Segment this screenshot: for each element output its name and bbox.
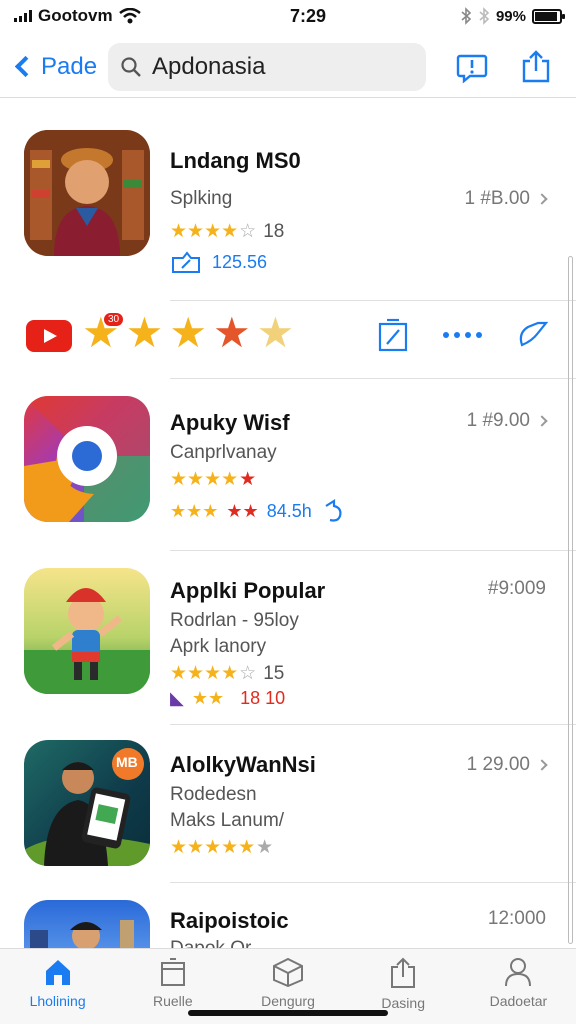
rating-count: 15 bbox=[263, 662, 285, 684]
tab-home[interactable]: Lholining bbox=[0, 949, 115, 1024]
app-price[interactable]: 1 29.00 bbox=[466, 754, 548, 776]
app-name: AlolkyWanNsi bbox=[170, 752, 316, 777]
app-subtitle: Splking bbox=[170, 188, 233, 209]
promo-badge: 30 bbox=[104, 313, 124, 326]
list-item[interactable]: MB AlolkyWanNsi Rodedesn Maks Lanum/ 1 2… bbox=[0, 740, 576, 900]
star-rating: ★★★★ ☆ 18 bbox=[170, 220, 285, 243]
list-item[interactable]: Applki Popular Rodrlan - 95loy Aprk lano… bbox=[0, 566, 576, 726]
app-extra: 125.56 bbox=[170, 250, 267, 274]
shopkeeper-icon bbox=[24, 130, 150, 256]
share-icon bbox=[522, 49, 550, 82]
battery-percent: 99% bbox=[495, 7, 526, 25]
bluetooth-icon bbox=[461, 7, 472, 25]
app-name: Apuky Wisf bbox=[170, 410, 290, 435]
app-name: Raipoistoic bbox=[170, 908, 289, 933]
price-label: 1 #9.00 bbox=[466, 410, 530, 431]
price-label: 1 #B.00 bbox=[464, 188, 531, 209]
signal-icon bbox=[14, 10, 32, 22]
promo-row[interactable]: ★ ★ ★ ★ ★ 30 bbox=[0, 300, 576, 376]
carrier-name: Gootovm bbox=[38, 6, 113, 25]
extra-value: 84.5h bbox=[266, 500, 312, 521]
app-price[interactable]: 1 #9.00 bbox=[466, 410, 548, 432]
app-price[interactable]: #9:009 bbox=[488, 578, 546, 600]
back-button[interactable]: Pade bbox=[10, 53, 108, 81]
star-rating: ★★★★ ☆ 15 bbox=[170, 662, 285, 685]
tab-dadoetar[interactable]: Dadoetar bbox=[461, 949, 576, 1024]
price-label: 12:000 bbox=[487, 908, 546, 929]
icon-badge: MB bbox=[116, 754, 138, 770]
star-rating: ★★★★★ ★ bbox=[170, 837, 274, 858]
search-input[interactable]: Apdonasia bbox=[108, 42, 426, 91]
browser-icon bbox=[24, 396, 150, 522]
search-icon bbox=[121, 56, 141, 77]
tab-label: Ruelle bbox=[152, 993, 193, 1009]
tab-label: Dadoetar bbox=[489, 993, 548, 1009]
bluetooth-icon bbox=[479, 7, 490, 25]
app-subtitle: Dapok Qr bbox=[170, 938, 251, 948]
search-value: Apdonasia bbox=[152, 52, 266, 80]
list-item[interactable]: Raipoistoic Dapok Qr 12:000 bbox=[0, 900, 576, 948]
battery-level bbox=[535, 11, 557, 21]
notification-button[interactable] bbox=[452, 47, 492, 87]
edit-icon[interactable] bbox=[377, 318, 409, 352]
refresh-icon[interactable] bbox=[516, 319, 550, 351]
chevron-right-icon bbox=[536, 193, 548, 205]
app-extra: ★★★ ★★ 84.5h bbox=[170, 498, 346, 524]
share-button[interactable] bbox=[516, 47, 556, 87]
chevron-right-icon bbox=[536, 759, 548, 771]
home-indicator[interactable] bbox=[188, 1010, 388, 1016]
tab-label: Dengurg bbox=[261, 993, 315, 1009]
extra-value: 18 10 bbox=[240, 688, 286, 708]
price-label: #9:009 bbox=[487, 578, 546, 599]
home-icon bbox=[45, 960, 70, 985]
app-name: Applki Popular bbox=[170, 578, 326, 603]
status-time: 7:29 bbox=[289, 5, 327, 26]
wifi-icon bbox=[118, 8, 141, 24]
rotate-icon bbox=[325, 499, 342, 522]
tab-label: Lholining bbox=[29, 993, 86, 1009]
person-icon bbox=[505, 958, 532, 987]
more-options-icon[interactable] bbox=[443, 332, 482, 338]
app-price[interactable]: 12:000 bbox=[488, 908, 546, 930]
app-extra: ◣ ★★ 18 10 bbox=[170, 688, 286, 708]
status-bar: Gootovm 7:29 99% bbox=[0, 0, 576, 32]
tab-label: Dasing bbox=[381, 995, 425, 1011]
app-subtitle-secondary: Maks Lanum/ bbox=[170, 810, 285, 831]
app-subtitle: Canprlvanay bbox=[170, 442, 277, 463]
rating-count: 18 bbox=[263, 220, 285, 242]
extra-value: 125.56 bbox=[212, 251, 268, 272]
battery-icon bbox=[532, 8, 565, 24]
cube-icon bbox=[273, 957, 303, 987]
list-item[interactable]: Lndang MS0 Splking 1 #B.00 ★★★★ ☆ 18 125.… bbox=[0, 126, 576, 301]
chevron-right-icon bbox=[536, 415, 548, 427]
nav-bar: Pade Apdonasia bbox=[0, 36, 576, 98]
app-name: Lndang MS0 bbox=[170, 148, 301, 173]
app-subtitle: Rodrlan - 95loy bbox=[170, 610, 299, 631]
youtube-icon[interactable] bbox=[26, 320, 72, 352]
app-subtitle: Rodedesn bbox=[170, 784, 257, 805]
share-icon bbox=[391, 957, 416, 988]
app-subtitle-secondary: Aprk lanory bbox=[170, 636, 267, 657]
phone-user-icon: MB bbox=[24, 740, 150, 866]
list-item[interactable]: Apuky Wisf Canprlvanay 1 #9.00 ★★★★ ★ ★★★… bbox=[0, 394, 576, 554]
chevron-left-icon bbox=[14, 55, 37, 78]
download-icon bbox=[172, 251, 200, 273]
price-label: 1 29.00 bbox=[466, 754, 530, 775]
cartoon-character-icon bbox=[24, 568, 150, 694]
scrollbar[interactable] bbox=[568, 256, 573, 944]
app-price[interactable]: 1 #B.00 bbox=[464, 188, 548, 210]
alert-icon bbox=[456, 54, 488, 84]
back-label: Pade bbox=[41, 52, 98, 80]
box-icon bbox=[160, 958, 185, 986]
city-photo-icon bbox=[24, 900, 150, 948]
app-list[interactable]: Lndang MS0 Splking 1 #B.00 ★★★★ ☆ 18 125.… bbox=[0, 104, 576, 948]
star-rating: ★★★★ ★ bbox=[170, 469, 257, 490]
